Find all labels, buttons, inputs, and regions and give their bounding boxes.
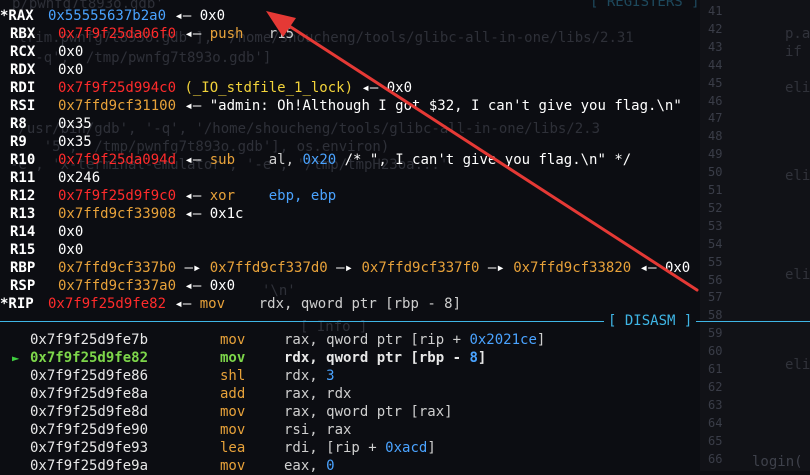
annotation-arrow (266, 11, 699, 292)
